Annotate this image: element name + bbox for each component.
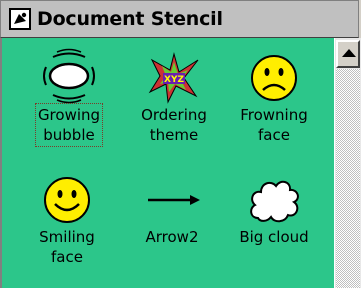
stencil-item-label: Ordering theme — [141, 106, 207, 144]
scroll-up-button[interactable] — [336, 40, 360, 68]
stencil-item-growing-bubble[interactable]: Growing bubble — [19, 48, 119, 147]
frowning-face-icon — [251, 55, 297, 101]
ordering-theme-icon: XYZ — [148, 52, 199, 104]
scroll-track[interactable] — [336, 69, 360, 288]
window-title: Document Stencil — [37, 8, 223, 30]
stencil-item-arrow2[interactable]: Arrow2 — [122, 174, 222, 248]
growing-bubble-icon — [43, 48, 95, 104]
stencil-item-label: Smiling face — [39, 228, 95, 266]
cloud-icon — [250, 180, 299, 223]
smiling-face-icon — [44, 177, 90, 223]
stencil-panel: Growing bubble XYZ Ordering theme Frowning… — [0, 38, 334, 288]
up-arrow-icon — [342, 49, 356, 57]
arrow-icon — [148, 195, 200, 205]
stencil-item-label: Big cloud — [239, 228, 309, 246]
ordering-theme-badge: XYZ — [164, 75, 184, 85]
stencil-window-icon — [9, 8, 31, 30]
window-titlebar[interactable]: Document Stencil — [0, 0, 359, 38]
stencil-item-frowning-face[interactable]: Frowning face — [224, 52, 324, 146]
stencil-item-smiling-face[interactable]: Smiling face — [17, 174, 117, 268]
stencil-item-label: Frowning face — [240, 106, 308, 144]
stencil-item-label: Growing bubble — [34, 103, 104, 147]
stencil-item-big-cloud[interactable]: Big cloud — [224, 174, 324, 248]
stencil-item-ordering-theme[interactable]: XYZ Ordering theme — [124, 52, 224, 146]
vertical-scrollbar[interactable] — [334, 38, 361, 288]
stencil-item-label: Arrow2 — [145, 228, 199, 246]
